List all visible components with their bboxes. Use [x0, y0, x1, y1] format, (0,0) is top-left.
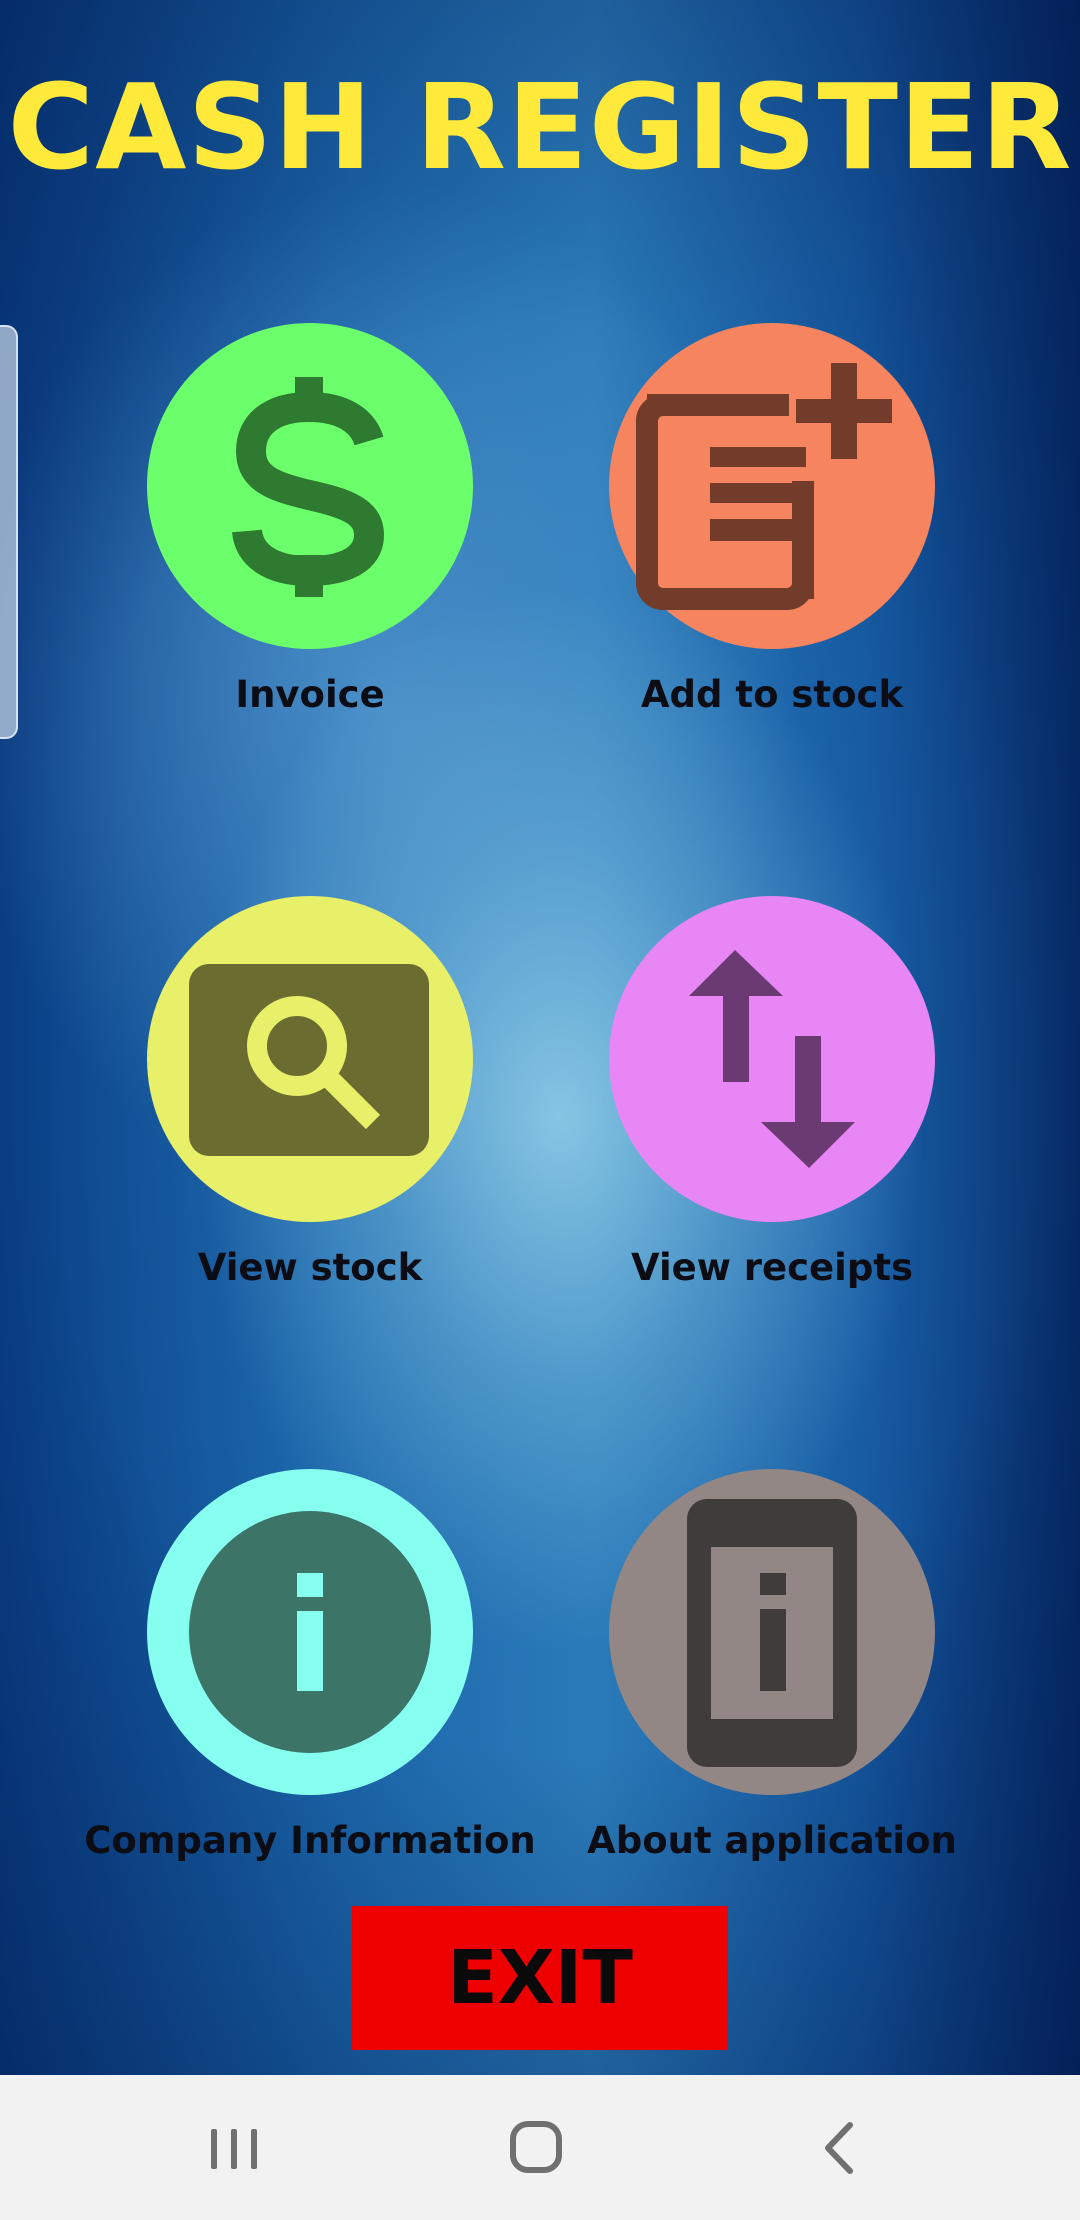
home-icon	[510, 2121, 562, 2173]
back-button[interactable]	[800, 2113, 880, 2183]
edge-panel-handle[interactable]	[0, 325, 18, 739]
invoice-label: Invoice	[235, 673, 385, 716]
search-stock-icon	[189, 964, 429, 1156]
phone-info-icon	[687, 1499, 857, 1767]
add-icon-circle	[609, 323, 935, 649]
view-stock-button[interactable]: View stock	[62, 896, 522, 1366]
system-navigation-bar	[0, 2075, 1080, 2220]
about-application-label: About application	[587, 1819, 957, 1862]
view-receipts-label: View receipts	[630, 1246, 914, 1289]
swap-vertical-icon	[689, 950, 855, 1168]
add-note-icon	[636, 363, 892, 610]
company-icon-circle	[147, 1469, 473, 1795]
about-icon-circle	[609, 1469, 935, 1795]
exit-button[interactable]: EXIT	[352, 1906, 728, 2050]
app-title: CASH REGISTER	[7, 58, 1073, 196]
view-stock-label: View stock	[197, 1246, 423, 1289]
home-button[interactable]	[496, 2113, 576, 2183]
info-icon	[189, 1511, 431, 1753]
add-to-stock-label: Add to stock	[640, 673, 904, 716]
view-receipts-button[interactable]: View receipts	[524, 896, 984, 1366]
invoice-icon-circle	[147, 323, 473, 649]
back-icon	[825, 2122, 853, 2174]
dollar-icon	[232, 377, 385, 597]
company-information-button[interactable]: Company Information	[62, 1469, 536, 1939]
recent-apps-icon	[211, 2129, 257, 2169]
add-to-stock-button[interactable]: Add to stock	[524, 323, 984, 793]
app-screen: CASH REGISTER Invoice Add to stock View …	[0, 0, 1080, 2075]
about-application-button[interactable]: About application	[524, 1469, 984, 1939]
receipts-icon-circle	[609, 896, 935, 1222]
invoice-button[interactable]: Invoice	[62, 323, 522, 793]
view-stock-icon-circle	[147, 896, 473, 1222]
recent-apps-button[interactable]	[194, 2113, 274, 2183]
